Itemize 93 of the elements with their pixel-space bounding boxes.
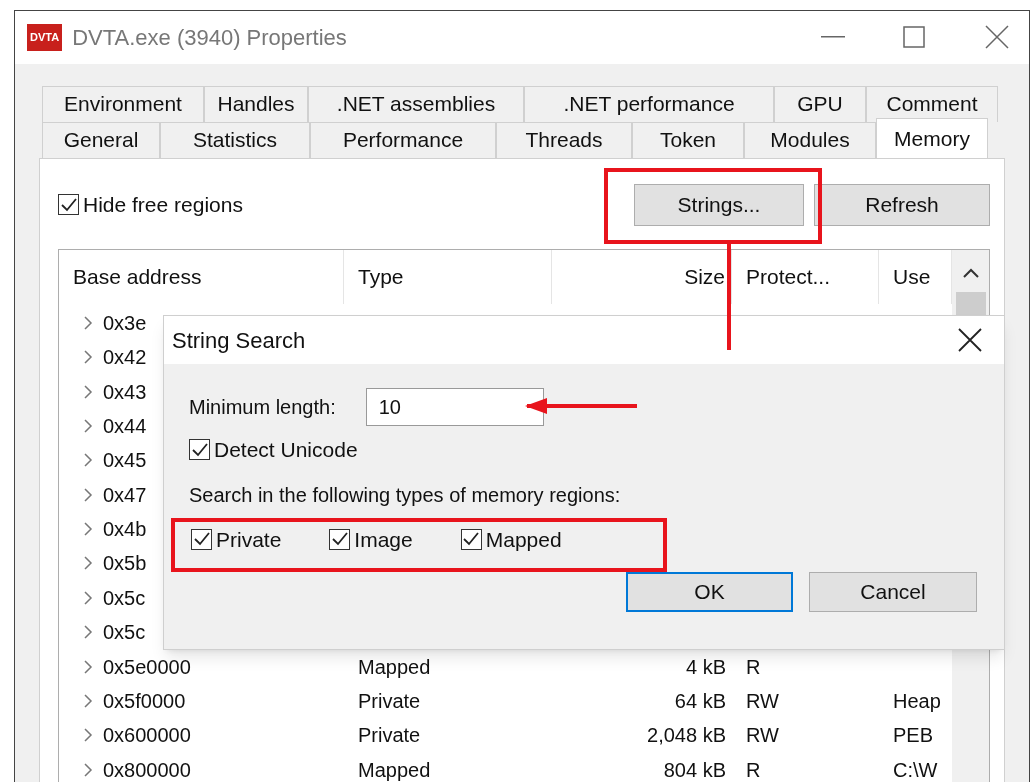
checkbox[interactable]: [460, 528, 482, 550]
close-icon[interactable]: [958, 328, 982, 352]
minimum-length-field[interactable]: 10: [365, 388, 544, 426]
table-cell-text: R: [746, 654, 761, 680]
expand-icon[interactable]: [83, 625, 93, 640]
table-cell-text: RW: [746, 723, 779, 749]
tab[interactable]: Threads: [496, 121, 632, 158]
refresh-button[interactable]: Refresh: [814, 183, 990, 226]
table-cell-text: Heap: [893, 689, 941, 714]
table-cell-text: Private: [358, 689, 421, 714]
checkbox[interactable]: [189, 439, 210, 461]
table-cell-text: 0x45: [103, 448, 147, 474]
checkbox-label: Hide free regions: [83, 191, 243, 218]
column-header[interactable]: Protect...: [732, 249, 879, 304]
table-cell-text: RW: [746, 689, 779, 714]
expand-icon[interactable]: [83, 659, 93, 674]
table-cell-text: 0x47: [103, 482, 147, 508]
arrow-icon: [525, 396, 640, 416]
expand-icon[interactable]: [83, 522, 93, 537]
checkbox[interactable]: [58, 194, 79, 216]
checkbox-label: Mapped: [485, 526, 562, 553]
expand-icon[interactable]: [83, 762, 93, 777]
expand-icon[interactable]: [83, 350, 93, 365]
window-title: DVTA.exe (3940) Properties: [72, 23, 347, 52]
table-cell-text: R: [746, 757, 761, 782]
table-cell-text: 64 kB: [674, 689, 726, 714]
checkmark-icon: [191, 442, 208, 457]
tab[interactable]: Environment: [42, 85, 204, 122]
tab[interactable]: General: [42, 121, 160, 158]
expand-icon[interactable]: [83, 315, 93, 330]
table-cell-text: 0x5e0000: [103, 654, 191, 680]
hide-free-checkbox[interactable]: Hide free regions: [58, 188, 243, 221]
table-cell-text: 0x4b: [103, 517, 147, 543]
table-cell-text: C:\W: [893, 757, 938, 782]
tab[interactable]: Memory: [876, 117, 988, 158]
scroll-up-icon[interactable]: [962, 267, 979, 278]
expand-icon[interactable]: [83, 590, 93, 605]
strings-button[interactable]: Strings...: [634, 183, 804, 226]
table-cell-text: Private: [358, 723, 421, 749]
table-cell-text: 0x800000: [103, 757, 191, 782]
tab[interactable]: Performance: [310, 121, 496, 158]
app-logo: DVTA: [27, 24, 63, 51]
dialog-title: String Search: [172, 326, 306, 355]
region-checkbox[interactable]: Private: [191, 523, 282, 555]
table-cell-text: 4 kB: [685, 654, 726, 680]
detect-unicode-checkbox[interactable]: Detect Unicode: [189, 434, 1004, 466]
table-cell-text: 0x5f0000: [103, 689, 186, 714]
table-cell-text: 0x43: [103, 379, 147, 405]
expand-icon[interactable]: [83, 418, 93, 433]
table-cell-text: 0x5c: [103, 620, 146, 646]
expand-icon[interactable]: [83, 728, 93, 743]
checkbox[interactable]: [329, 528, 351, 550]
checkmark-icon: [60, 197, 77, 212]
tab[interactable]: Handles: [204, 85, 308, 122]
expand-icon[interactable]: [83, 453, 93, 468]
region-checkbox[interactable]: Mapped: [460, 523, 562, 555]
column-header[interactable]: Base address: [59, 249, 344, 304]
ok-button[interactable]: OK: [626, 572, 793, 612]
regions-label: Search in the following types of memory regions:: [189, 482, 622, 508]
table-cell-text: 0x42: [103, 345, 147, 371]
checkbox[interactable]: [191, 528, 212, 550]
table-cell-text: PEB: [893, 723, 934, 749]
table-cell-text: Mapped: [358, 654, 431, 680]
table-cell-text: 2,048 kB: [647, 723, 726, 749]
tab[interactable]: .NET performance: [524, 85, 774, 122]
tab[interactable]: .NET assemblies: [308, 85, 524, 122]
expand-icon[interactable]: [83, 694, 93, 708]
tab[interactable]: Token: [632, 121, 744, 158]
tab[interactable]: GPU: [774, 85, 866, 122]
checkbox-label: Image: [354, 526, 413, 553]
field-label: Minimum length:: [189, 395, 336, 420]
checkmark-icon: [463, 532, 480, 547]
expand-icon[interactable]: [83, 487, 93, 502]
tab[interactable]: Comment: [866, 85, 998, 122]
table-cell-text: 0x5c: [103, 585, 146, 611]
checkmark-icon: [331, 532, 348, 547]
table-cell-text: 0x3e: [103, 310, 147, 336]
expand-icon[interactable]: [83, 556, 93, 571]
table-cell-text: 0x5b: [103, 551, 147, 577]
checkmark-icon: [193, 532, 210, 547]
expand-icon[interactable]: [83, 384, 93, 399]
table-cell-text: 804 kB: [663, 757, 726, 782]
table-cell-text: 0x600000: [103, 723, 191, 749]
cancel-button[interactable]: Cancel: [809, 572, 977, 612]
region-checkbox[interactable]: Image: [329, 523, 413, 555]
tab[interactable]: Statistics: [160, 121, 310, 158]
column-header[interactable]: Type: [344, 249, 552, 304]
maximize-icon[interactable]: [903, 26, 925, 49]
table-cell-text: Mapped: [358, 757, 431, 782]
checkbox-label: Detect Unicode: [214, 437, 358, 463]
checkbox-label: Private: [216, 526, 282, 553]
tab[interactable]: Modules: [744, 121, 876, 158]
table-cell-text: 0x44: [103, 413, 147, 439]
